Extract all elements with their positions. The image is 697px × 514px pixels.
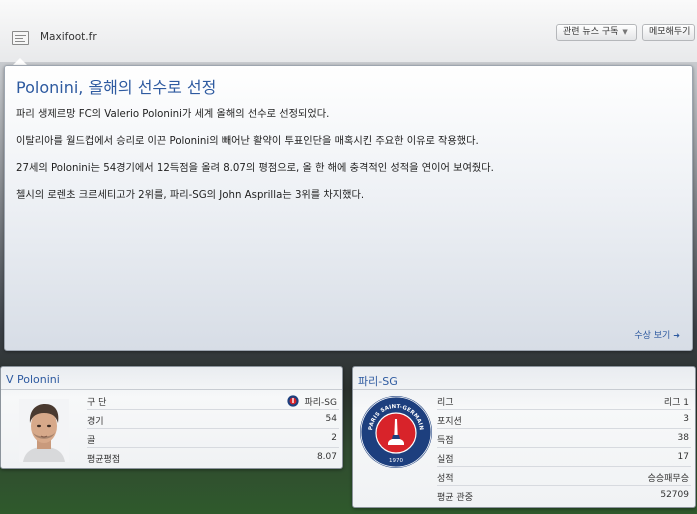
stat-row-club: 구 단 파리-SG (87, 393, 339, 410)
divider (353, 389, 695, 390)
club-title[interactable]: 파리-SG (358, 373, 398, 389)
stat-value: 8.07 (316, 452, 337, 462)
article-paragraph: 첼시의 로렌초 크르세티고가 2위를, 파리-SG의 John Asprilla… (16, 190, 365, 201)
player-name[interactable]: V Polonini (6, 373, 60, 386)
stat-label: 실점 (437, 455, 454, 465)
stat-label: 리그 (437, 398, 454, 408)
crest-year: 1970 (389, 458, 403, 464)
stat-row-position: 포지션 3 (437, 412, 691, 429)
stat-row-goals-for: 득점 38 (437, 431, 691, 448)
stat-row-league: 리그 리그 1 (437, 393, 691, 410)
stat-row-rating: 평균평점 8.07 (87, 450, 339, 467)
article-paragraph: 파리 생제르망 FC의 Valerio Polonini가 세계 올해의 선수로… (16, 109, 330, 120)
panel-pointer (13, 58, 27, 65)
stat-value-league[interactable]: 리그 1 (664, 395, 689, 408)
stat-label: 골 (87, 436, 96, 446)
stat-label: 평균 관중 (437, 493, 473, 503)
newspaper-icon (12, 31, 29, 45)
stat-value: 17 (677, 452, 689, 462)
divider (1, 389, 342, 390)
stat-label: 포지션 (437, 417, 462, 427)
stat-value: 38 (677, 433, 689, 443)
news-article-panel: Polonini, 올해의 선수로 선정 파리 생제르망 FC의 Valerio… (4, 65, 693, 351)
chevron-down-icon: ▼ (622, 28, 628, 36)
subscribe-button-label: 관련 뉴스 구독 (563, 27, 619, 37)
stat-label: 득점 (437, 436, 454, 446)
club-name: 파리-SG (304, 398, 338, 408)
player-avatar[interactable] (19, 399, 69, 462)
view-awards-link[interactable]: 수상 보기 ➜ (634, 328, 680, 341)
stat-value: 승승패무승 (647, 474, 689, 484)
stat-label: 성적 (437, 474, 454, 484)
news-source: Maxifoot.fr (40, 31, 97, 43)
stat-value: 2 (331, 433, 337, 443)
stat-value: 3 (683, 414, 689, 424)
subscribe-related-news-button[interactable]: 관련 뉴스 구독 ▼ (556, 24, 637, 41)
club-crest[interactable]: PARIS SAINT-GERMAIN 1970 (359, 395, 433, 469)
arrow-right-icon: ➜ (673, 331, 680, 340)
stat-value: 52709 (660, 490, 689, 500)
club-card[interactable]: 파리-SG PARIS SAINT-GERMAIN 1970 리그 리그 1 포… (352, 366, 696, 508)
stat-label: 평균평점 (87, 455, 121, 465)
stat-label: 경기 (87, 417, 104, 427)
stat-row-goals-against: 실점 17 (437, 450, 691, 467)
player-card[interactable]: V Polonini 구 단 파리-SG 경기 54 골 2 평균평점 8.07 (0, 366, 343, 469)
stat-label: 구 단 (87, 398, 107, 408)
stat-row-form: 성적 승승패무승 (437, 469, 691, 486)
stat-row-goals: 골 2 (87, 431, 339, 448)
stat-value-club[interactable]: 파리-SG (286, 395, 338, 408)
stat-value: 54 (325, 414, 337, 424)
article-paragraph: 27세의 Polonini는 54경기에서 12득점을 올려 8.07의 평점으… (16, 163, 494, 174)
article-headline: Polonini, 올해의 선수로 선정 (16, 78, 217, 97)
news-header: Maxifoot.fr 관련 뉴스 구독 ▼ 메모해두기 (0, 0, 697, 65)
view-awards-label: 수상 보기 (634, 331, 671, 341)
article-paragraph: 이탈리아를 월드컵에서 승리로 이끈 Polonini의 빼어난 활약이 투표인… (16, 136, 479, 147)
stat-row-games: 경기 54 (87, 412, 339, 429)
stat-row-attendance: 평균 관중 52709 (437, 488, 691, 505)
memo-button[interactable]: 메모해두기 (642, 24, 695, 41)
club-crest-icon (286, 395, 299, 407)
